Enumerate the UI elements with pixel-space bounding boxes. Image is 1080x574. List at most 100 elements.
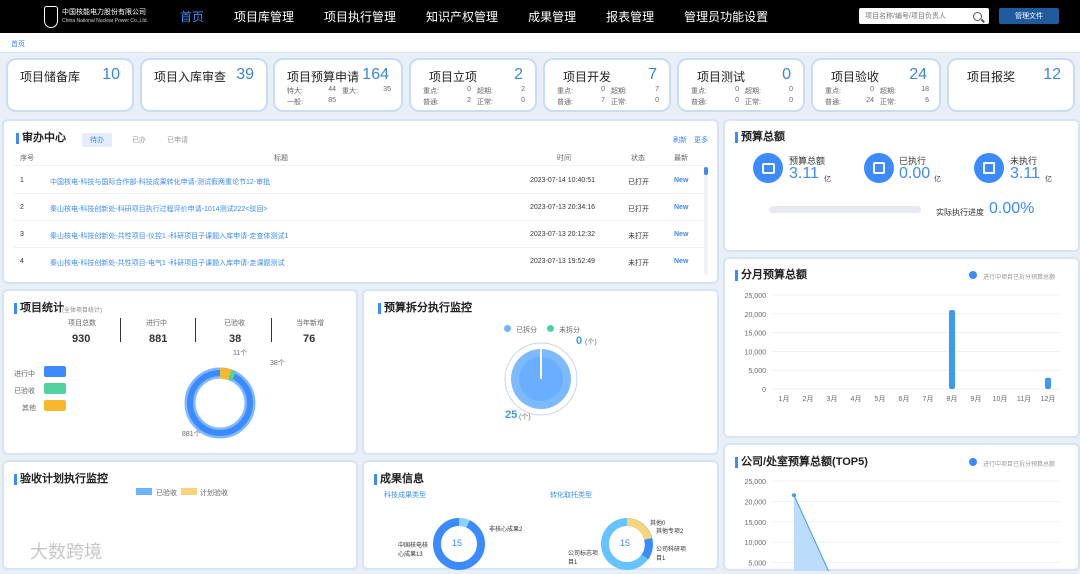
stat-subs: 特大: 44 重大: 35 一般: 85 <box>287 86 391 106</box>
col-time: 时间 <box>557 155 571 162</box>
top5-title: 公司/处室预算总额(TOP5) <box>735 457 868 468</box>
stat-name: 项目报奖 <box>967 70 1016 84</box>
legend-swatch <box>44 383 66 394</box>
tab-pending[interactable]: 待办 <box>82 133 112 147</box>
stat-name: 项目预算申请 <box>287 70 360 84</box>
check-icon <box>864 153 894 183</box>
split-pie <box>504 342 578 416</box>
stat-subs: 重点: 0 超期: 18 普通: 24 正常: 6 <box>825 86 929 106</box>
col-title: 标题 <box>274 155 288 162</box>
results-tab-tech[interactable]: 科技成果类型 <box>384 490 426 500</box>
top-nav-bar: 中国核能电力股份有限公司 China National Nuclear Powe… <box>0 0 1080 33</box>
results-title: 成果信息 <box>374 474 424 485</box>
progress-label: 实际执行进度 <box>936 208 984 217</box>
x-tick-label: 12月 <box>1041 395 1056 403</box>
scrollbar[interactable] <box>704 167 708 275</box>
refresh-link[interactable]: 刷新 <box>673 135 687 145</box>
nav-reports[interactable]: 报表管理 <box>606 8 654 25</box>
nav-results[interactable]: 成果管理 <box>528 8 576 25</box>
row-title-link[interactable]: 秦山核电-科技创新处-科研项目执行过程评价申请-1014测试222<驳回> <box>50 204 267 214</box>
legend-dot <box>969 271 977 279</box>
row-title-link[interactable]: 秦山核电-科技创新处-共性项目-仪控1 -科研项目子课题入库申请-走查体测试1 <box>50 231 288 241</box>
stat-card-award[interactable]: 项目报奖 12 <box>947 58 1075 112</box>
acceptance-panel: 验收计划执行监控 已验收 计划验收 大数跨境 <box>2 460 358 570</box>
x-tick-label: 10月 <box>993 395 1008 403</box>
stat-value: 24 <box>909 66 927 83</box>
nav-project-library[interactable]: 项目库管理 <box>234 8 294 25</box>
new-badge: New <box>674 231 689 238</box>
stat-name: 项目储备库 <box>20 70 81 84</box>
stat-value: 2 <box>514 66 523 83</box>
results-tab-transfer[interactable]: 转化取托类型 <box>550 490 592 500</box>
monthly-budget-panel: 分月预算总额 进行中项目已拆分预算总额 0 5,000 10,000 15,000 20… <box>723 257 1080 438</box>
stat-value: 12 <box>1043 66 1061 83</box>
bar <box>949 310 955 389</box>
nav-home[interactable]: 首页 <box>180 8 204 25</box>
search-icon[interactable] <box>973 11 982 21</box>
x-tick-label: 2月 <box>803 395 814 403</box>
x-tick-label: 6月 <box>899 395 910 403</box>
todo-title: 审办中心 <box>16 133 66 144</box>
tab-done[interactable]: 已办 <box>124 133 154 147</box>
tab-applied[interactable]: 已申请 <box>159 133 196 147</box>
stat-value: 10 <box>102 66 120 83</box>
nav-admin[interactable]: 管理员功能设置 <box>684 8 768 25</box>
nav-ip[interactable]: 知识产权管理 <box>426 8 498 25</box>
stat-card-develop[interactable]: 项目开发 7 重点: 0 超期: 7 普通: 7 正常: 0 <box>543 58 671 112</box>
stat-value: 164 <box>362 66 389 83</box>
more-link[interactable]: 更多 <box>694 135 708 145</box>
stat-name: 项目验收 <box>831 70 880 84</box>
results-panel: 成果信息 科技成果类型 转化取托类型 15 非核心成果2 中国核电核心成果13 … <box>362 460 719 570</box>
x-tick-label: 8月 <box>947 395 958 403</box>
project-stats-title: 项目统计 <box>14 303 64 314</box>
y-tick-label: 15,000 <box>745 331 767 338</box>
progress-track <box>769 206 921 213</box>
row-title-link[interactable]: 秦山核电-科技创新处-共性项目-电气1 -科研项目子课题入库申请-走课题测试 <box>50 258 285 268</box>
y-tick-label: 0 <box>762 387 766 394</box>
stat-card-reserve[interactable]: 项目储备库 10 <box>6 58 134 112</box>
stat-subs: 重点: 0 超期: 7 普通: 7 正常: 0 <box>557 86 659 106</box>
search-input[interactable] <box>859 9 967 23</box>
legend-dot <box>969 458 977 466</box>
legend-swatch <box>44 400 66 411</box>
stat-name: 项目开发 <box>563 70 612 84</box>
stat-subs: 重点: 0 超期: 0 普通: 0 正常: 0 <box>691 86 793 106</box>
breadcrumb-home[interactable]: 首页 <box>11 39 25 49</box>
logo-en: China National Nuclear Power Co.,Ltd. <box>62 17 148 24</box>
stat-card-approval[interactable]: 项目立项 2 重点: 0 超期: 2 普通: 2 正常: 0 <box>409 58 537 112</box>
y-tick-label: 15,000 <box>745 520 767 527</box>
stat-card-budget-apply[interactable]: 项目预算申请 164 特大: 44 重大: 35 一般: 85 <box>273 58 403 112</box>
stat-name: 项目立项 <box>429 70 478 84</box>
monthly-bar-chart: 0 5,000 10,000 15,000 20,000 25,000 1月 2月 3月 4月 5月… <box>745 293 1060 403</box>
stat-card-test[interactable]: 项目测试 0 重点: 0 超期: 0 普通: 0 正常: 0 <box>677 58 805 112</box>
x-tick-label: 5月 <box>875 395 886 403</box>
project-stats-panel: 项目统计 (全体项目统计) 项目总数 930 进行中 881 已验收 38 当年… <box>2 289 358 455</box>
stat-name: 项目测试 <box>697 70 746 84</box>
manage-files-button[interactable]: 管理文件 <box>999 8 1059 24</box>
progress-value: 0.00% <box>989 200 1035 217</box>
company-logo[interactable]: 中国核能电力股份有限公司 China National Nuclear Powe… <box>44 5 164 28</box>
y-tick-label: 5,000 <box>748 368 766 375</box>
col-status: 状态 <box>631 155 645 162</box>
y-tick-label: 20,000 <box>745 312 767 319</box>
budget-total-value: 3.11 <box>789 165 819 182</box>
row-title-link[interactable]: 中国核电-科技与国际合作部-科技成果转化申请-测试假两重论节12-审批 <box>50 177 270 187</box>
watermark: 大数跨境 <box>30 542 102 562</box>
stat-name: 项目入库审查 <box>154 70 227 84</box>
x-tick-label: 3月 <box>827 395 838 403</box>
x-tick-label: 7月 <box>923 395 934 403</box>
monthly-legend: 进行中项目已拆分预算总额 <box>983 275 1056 281</box>
main-nav: 首页 项目库管理 项目执行管理 知识产权管理 成果管理 报表管理 管理员功能设置 <box>180 8 798 25</box>
stat-card-entry-review[interactable]: 项目入库审查 39 <box>140 58 268 112</box>
company-top5-panel: 公司/处室预算总额(TOP5) 进行中项目已拆分预算总额 5,000 10,000… <box>723 443 1080 571</box>
calendar-icon <box>974 153 1004 183</box>
unexecuted-value: 3.11 <box>1010 165 1040 182</box>
y-tick-label: 20,000 <box>745 499 767 506</box>
nav-project-execution[interactable]: 项目执行管理 <box>324 8 396 25</box>
acceptance-title: 验收计划执行监控 <box>14 474 108 485</box>
data-point <box>792 493 796 498</box>
stat-card-acceptance[interactable]: 项目验收 24 重点: 0 超期: 18 普通: 24 正常: 6 <box>811 58 941 112</box>
legend-swatch <box>44 366 66 377</box>
x-tick-label: 4月 <box>851 395 862 403</box>
budget-total-title: 预算总额 <box>735 132 785 143</box>
